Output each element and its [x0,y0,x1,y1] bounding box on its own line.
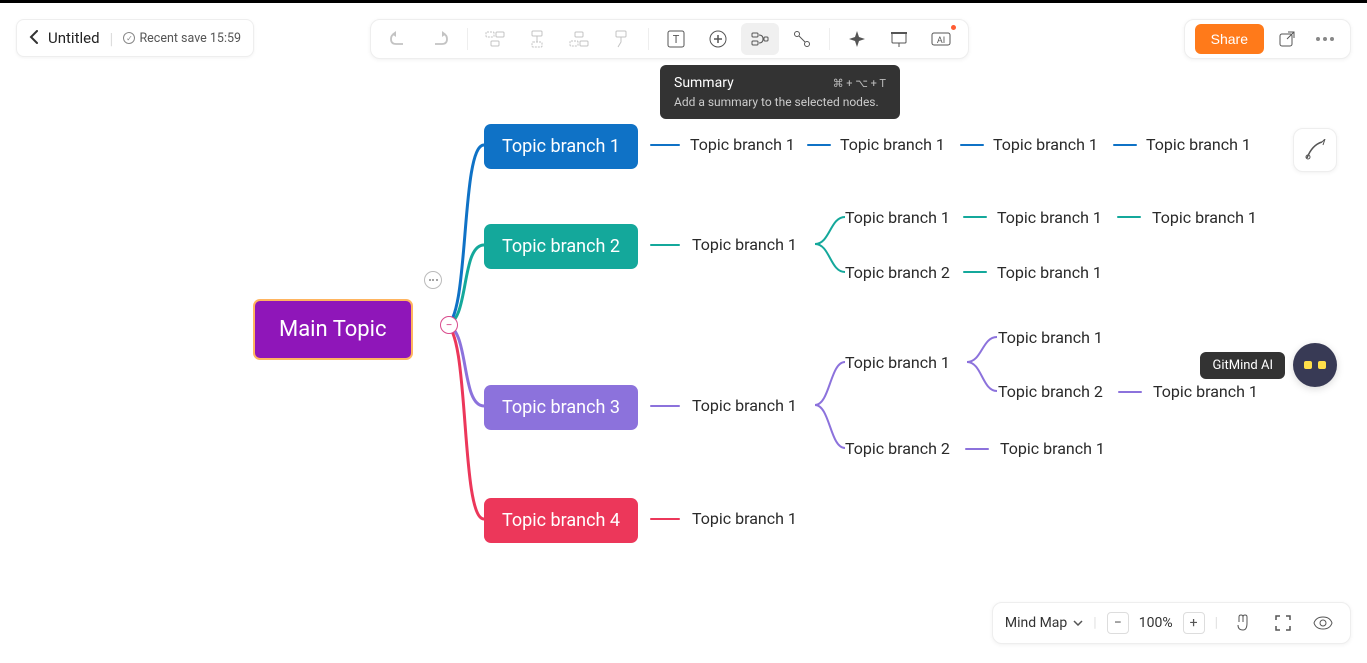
leaf-node[interactable]: Topic branch 1 [692,235,797,254]
leaf-node[interactable]: Topic branch 1 [690,135,795,154]
leaf-node[interactable]: Topic branch 2 [998,382,1103,401]
leaf-node[interactable]: Topic branch 1 [845,208,950,227]
collapse-toggle[interactable]: − [440,316,458,334]
leaf-node[interactable]: Topic branch 2 [845,263,950,282]
leaf-node[interactable]: Topic branch 1 [1146,135,1251,154]
node-more-icon[interactable] [424,271,442,289]
branch-node[interactable]: Topic branch 4 [484,498,638,543]
root-node[interactable]: Main Topic [253,299,413,360]
chevron-down-icon [1073,620,1083,626]
leaf-node[interactable]: Topic branch 1 [998,328,1103,347]
branch-node[interactable]: Topic branch 2 [484,224,638,269]
preview-icon[interactable] [1308,608,1338,638]
mind-map-canvas[interactable]: Main Topic − Topic branch 1 Topic branch… [0,3,1367,660]
bottom-bar: Mind Map | − 100% + | [992,602,1351,644]
layout-select[interactable]: Mind Map [1005,615,1083,631]
leaf-node[interactable]: Topic branch 1 [997,208,1102,227]
layout-label: Mind Map [1005,615,1067,631]
hand-tool-icon[interactable] [1228,608,1258,638]
leaf-node[interactable]: Topic branch 1 [692,509,797,528]
leaf-node[interactable]: Topic branch 1 [1152,208,1257,227]
branch-node[interactable]: Topic branch 3 [484,385,638,430]
zoom-in-button[interactable]: + [1183,612,1205,634]
leaf-node[interactable]: Topic branch 1 [993,135,1098,154]
fit-screen-icon[interactable] [1268,608,1298,638]
leaf-node[interactable]: Topic branch 1 [845,353,950,372]
leaf-node[interactable]: Topic branch 1 [840,135,945,154]
leaf-node[interactable]: Topic branch 1 [692,396,797,415]
leaf-node[interactable]: Topic branch 2 [845,439,950,458]
leaf-node[interactable]: Topic branch 1 [1000,439,1105,458]
zoom-level: 100% [1139,615,1173,631]
zoom-out-button[interactable]: − [1107,612,1129,634]
leaf-node[interactable]: Topic branch 1 [997,263,1102,282]
branch-node[interactable]: Topic branch 1 [484,124,638,169]
leaf-node[interactable]: Topic branch 1 [1153,382,1258,401]
